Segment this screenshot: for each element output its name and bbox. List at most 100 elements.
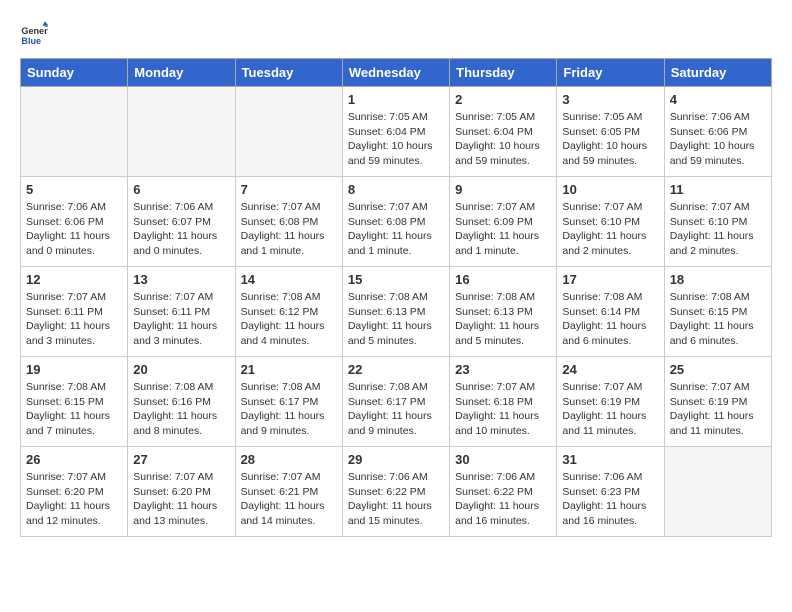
day-number: 17: [562, 272, 658, 287]
weekday-header-wednesday: Wednesday: [342, 59, 449, 87]
day-number: 18: [670, 272, 766, 287]
calendar-cell: 1Sunrise: 7:05 AMSunset: 6:04 PMDaylight…: [342, 87, 449, 177]
day-info: Sunrise: 7:07 AMSunset: 6:20 PMDaylight:…: [26, 470, 122, 529]
day-info: Sunrise: 7:07 AMSunset: 6:20 PMDaylight:…: [133, 470, 229, 529]
day-info: Sunrise: 7:07 AMSunset: 6:18 PMDaylight:…: [455, 380, 551, 439]
week-row-1: 5 Sunrise: 7:06 AMSunset: 6:06 PMDaylight…: [21, 177, 772, 267]
calendar-cell: 5 Sunrise: 7:06 AMSunset: 6:06 PMDaylight…: [21, 177, 128, 267]
day-number: 24: [562, 362, 658, 377]
day-number: 6: [133, 182, 229, 197]
weekday-header-saturday: Saturday: [664, 59, 771, 87]
calendar-cell: 22Sunrise: 7:08 AMSunset: 6:17 PMDayligh…: [342, 357, 449, 447]
day-info: Sunrise: 7:08 AMSunset: 6:14 PMDaylight:…: [562, 290, 658, 349]
header: General Blue: [20, 20, 772, 48]
day-number: 14: [241, 272, 337, 287]
day-number: 5: [26, 182, 122, 197]
day-number: 16: [455, 272, 551, 287]
calendar-cell: 25 Sunrise: 7:07 AMSunset: 6:19 PMDayligh…: [664, 357, 771, 447]
calendar-cell: 7 Sunrise: 7:07 AMSunset: 6:08 PMDaylight…: [235, 177, 342, 267]
day-info: Sunrise: 7:08 AMSunset: 6:15 PMDaylight:…: [670, 290, 766, 349]
calendar-cell: 30 Sunrise: 7:06 AMSunset: 6:22 PMDayligh…: [450, 447, 557, 537]
day-info: Sunrise: 7:08 AMSunset: 6:13 PMDaylight:…: [455, 290, 551, 349]
calendar-cell: 28Sunrise: 7:07 AMSunset: 6:21 PMDayligh…: [235, 447, 342, 537]
week-row-3: 19Sunrise: 7:08 AMSunset: 6:15 PMDayligh…: [21, 357, 772, 447]
day-number: 9: [455, 182, 551, 197]
day-info: Sunrise: 7:08 AMSunset: 6:17 PMDaylight:…: [241, 380, 337, 439]
day-info: Sunrise: 7:06 AMSunset: 6:22 PMDaylight:…: [455, 470, 551, 529]
day-number: 4: [670, 92, 766, 107]
day-info: Sunrise: 7:07 AMSunset: 6:10 PMDaylight:…: [562, 200, 658, 259]
calendar-cell: 13 Sunrise: 7:07 AMSunset: 6:11 PMDayligh…: [128, 267, 235, 357]
calendar-cell: 16 Sunrise: 7:08 AMSunset: 6:13 PMDayligh…: [450, 267, 557, 357]
calendar-cell: 17 Sunrise: 7:08 AMSunset: 6:14 PMDayligh…: [557, 267, 664, 357]
calendar-cell: 15 Sunrise: 7:08 AMSunset: 6:13 PMDayligh…: [342, 267, 449, 357]
calendar-cell: [664, 447, 771, 537]
day-number: 23: [455, 362, 551, 377]
day-info: Sunrise: 7:06 AMSunset: 6:06 PMDaylight:…: [670, 110, 766, 169]
day-info: Sunrise: 7:07 AMSunset: 6:08 PMDaylight:…: [348, 200, 444, 259]
day-number: 27: [133, 452, 229, 467]
day-info: Sunrise: 7:07 AMSunset: 6:09 PMDaylight:…: [455, 200, 551, 259]
day-info: Sunrise: 7:07 AMSunset: 6:19 PMDaylight:…: [562, 380, 658, 439]
calendar-cell: 24 Sunrise: 7:07 AMSunset: 6:19 PMDayligh…: [557, 357, 664, 447]
day-info: Sunrise: 7:06 AMSunset: 6:07 PMDaylight:…: [133, 200, 229, 259]
calendar-cell: 8Sunrise: 7:07 AMSunset: 6:08 PMDaylight…: [342, 177, 449, 267]
day-info: Sunrise: 7:07 AMSunset: 6:10 PMDaylight:…: [670, 200, 766, 259]
calendar-cell: 23 Sunrise: 7:07 AMSunset: 6:18 PMDayligh…: [450, 357, 557, 447]
calendar-cell: 27 Sunrise: 7:07 AMSunset: 6:20 PMDayligh…: [128, 447, 235, 537]
week-row-2: 12 Sunrise: 7:07 AMSunset: 6:11 PMDayligh…: [21, 267, 772, 357]
day-number: 2: [455, 92, 551, 107]
day-number: 11: [670, 182, 766, 197]
day-number: 21: [241, 362, 337, 377]
day-info: Sunrise: 7:08 AMSunset: 6:16 PMDaylight:…: [133, 380, 229, 439]
calendar-cell: [21, 87, 128, 177]
calendar-cell: 14 Sunrise: 7:08 AMSunset: 6:12 PMDayligh…: [235, 267, 342, 357]
svg-text:General: General: [21, 26, 48, 36]
day-info: Sunrise: 7:07 AMSunset: 6:11 PMDaylight:…: [133, 290, 229, 349]
day-number: 7: [241, 182, 337, 197]
day-info: Sunrise: 7:05 AMSunset: 6:05 PMDaylight:…: [562, 110, 658, 169]
day-number: 13: [133, 272, 229, 287]
calendar-cell: 26Sunrise: 7:07 AMSunset: 6:20 PMDayligh…: [21, 447, 128, 537]
day-info: Sunrise: 7:08 AMSunset: 6:13 PMDaylight:…: [348, 290, 444, 349]
day-number: 30: [455, 452, 551, 467]
week-row-0: 1Sunrise: 7:05 AMSunset: 6:04 PMDaylight…: [21, 87, 772, 177]
calendar-cell: 11 Sunrise: 7:07 AMSunset: 6:10 PMDayligh…: [664, 177, 771, 267]
weekday-header-tuesday: Tuesday: [235, 59, 342, 87]
day-number: 15: [348, 272, 444, 287]
weekday-header-row: SundayMondayTuesdayWednesdayThursdayFrid…: [21, 59, 772, 87]
day-number: 29: [348, 452, 444, 467]
calendar-cell: 3Sunrise: 7:05 AMSunset: 6:05 PMDaylight…: [557, 87, 664, 177]
day-number: 12: [26, 272, 122, 287]
day-number: 19: [26, 362, 122, 377]
day-number: 31: [562, 452, 658, 467]
day-number: 10: [562, 182, 658, 197]
calendar-cell: 4 Sunrise: 7:06 AMSunset: 6:06 PMDaylight…: [664, 87, 771, 177]
logo-icon: General Blue: [20, 20, 48, 48]
day-info: Sunrise: 7:07 AMSunset: 6:11 PMDaylight:…: [26, 290, 122, 349]
day-info: Sunrise: 7:07 AMSunset: 6:19 PMDaylight:…: [670, 380, 766, 439]
weekday-header-monday: Monday: [128, 59, 235, 87]
calendar-cell: 19Sunrise: 7:08 AMSunset: 6:15 PMDayligh…: [21, 357, 128, 447]
day-info: Sunrise: 7:05 AMSunset: 6:04 PMDaylight:…: [348, 110, 444, 169]
calendar-cell: 31 Sunrise: 7:06 AMSunset: 6:23 PMDayligh…: [557, 447, 664, 537]
day-info: Sunrise: 7:07 AMSunset: 6:08 PMDaylight:…: [241, 200, 337, 259]
weekday-header-thursday: Thursday: [450, 59, 557, 87]
calendar-cell: 10 Sunrise: 7:07 AMSunset: 6:10 PMDayligh…: [557, 177, 664, 267]
calendar-cell: [128, 87, 235, 177]
day-info: Sunrise: 7:06 AMSunset: 6:22 PMDaylight:…: [348, 470, 444, 529]
calendar-table: SundayMondayTuesdayWednesdayThursdayFrid…: [20, 58, 772, 537]
day-info: Sunrise: 7:08 AMSunset: 6:17 PMDaylight:…: [348, 380, 444, 439]
day-info: Sunrise: 7:06 AMSunset: 6:23 PMDaylight:…: [562, 470, 658, 529]
day-info: Sunrise: 7:08 AMSunset: 6:12 PMDaylight:…: [241, 290, 337, 349]
logo: General Blue: [20, 20, 52, 48]
calendar-cell: 18 Sunrise: 7:08 AMSunset: 6:15 PMDayligh…: [664, 267, 771, 357]
svg-text:Blue: Blue: [21, 36, 41, 46]
calendar-cell: 20Sunrise: 7:08 AMSunset: 6:16 PMDayligh…: [128, 357, 235, 447]
day-number: 28: [241, 452, 337, 467]
day-info: Sunrise: 7:06 AMSunset: 6:06 PMDaylight:…: [26, 200, 122, 259]
calendar-cell: 9 Sunrise: 7:07 AMSunset: 6:09 PMDaylight…: [450, 177, 557, 267]
day-number: 25: [670, 362, 766, 377]
calendar-cell: 6 Sunrise: 7:06 AMSunset: 6:07 PMDaylight…: [128, 177, 235, 267]
calendar-cell: [235, 87, 342, 177]
